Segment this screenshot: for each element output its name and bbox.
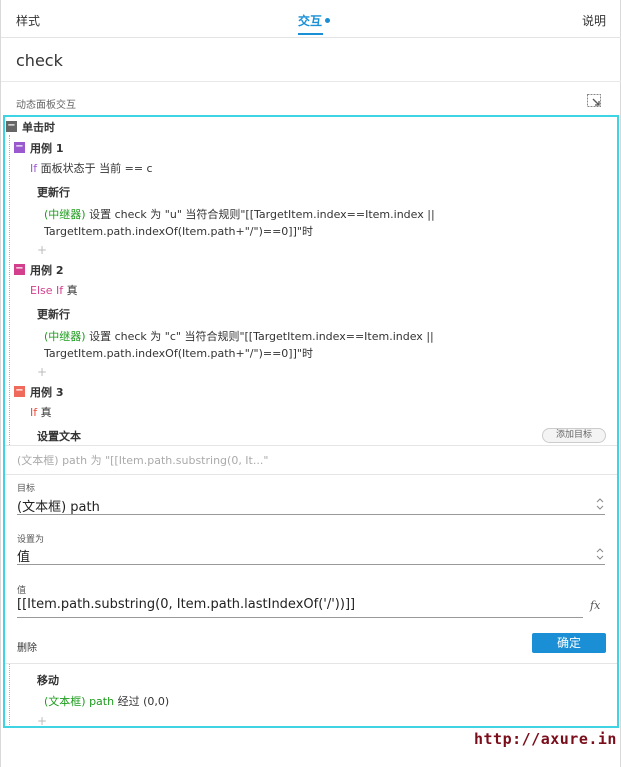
case3-condition-text: 真 xyxy=(40,406,52,419)
case3-add-action-icon[interactable]: + xyxy=(37,714,47,728)
interactions-panel: 样式 交互 说明 check 动态面板交互 − 单击时 − 用例 1 If 面板… xyxy=(0,0,621,767)
case1-action[interactable]: 更新行 xyxy=(37,184,70,200)
case2-collapse-icon[interactable]: − xyxy=(14,264,25,275)
case2-label[interactable]: 用例 2 xyxy=(30,262,63,278)
collapse-all-icon[interactable] xyxy=(587,94,602,108)
case2-target: (中继器) xyxy=(44,330,86,343)
case3-condition[interactable]: If 真 xyxy=(30,404,52,420)
target-select[interactable]: (文本框) path xyxy=(17,495,605,515)
editor-divider xyxy=(5,474,617,475)
tab-style[interactable]: 样式 xyxy=(16,12,40,29)
widget-name[interactable]: check xyxy=(16,51,63,70)
case2-add-action-icon[interactable]: + xyxy=(37,365,47,379)
value-label: 值 xyxy=(17,586,27,596)
case1-target: (中继器) xyxy=(44,208,86,221)
case1-detail-text: 设置 check 为 "u" 当符合规则"[[TargetItem.index=… xyxy=(85,208,435,221)
action-summary: (文本框) path 为 "[[Item.path.substring(0, I… xyxy=(17,454,269,467)
case3-collapse-icon[interactable]: − xyxy=(14,386,25,397)
move-action[interactable]: 移动 xyxy=(37,672,59,688)
move-action-detail[interactable]: (文本框) path 经过 (0,0) xyxy=(44,693,169,709)
active-dot-icon xyxy=(325,18,331,23)
set-to-label: 设置为 xyxy=(17,535,45,545)
select-arrows-icon xyxy=(596,548,604,560)
move-detail-text: 经过 (0,0) xyxy=(114,695,170,708)
case2-if-keyword: Else If xyxy=(30,284,64,297)
case1-add-action-icon[interactable]: + xyxy=(37,243,47,257)
tab-notes[interactable]: 说明 xyxy=(582,12,606,29)
tab-interactions-label: 交互 xyxy=(298,14,323,28)
set-to-select[interactable]: 值 xyxy=(17,545,605,565)
case3-label[interactable]: 用例 3 xyxy=(30,384,63,400)
case1-condition[interactable]: If 面板状态于 当前 == c xyxy=(30,160,153,176)
case1-condition-text: 面板状态于 当前 == c xyxy=(40,162,153,175)
select-arrows-icon xyxy=(596,498,604,510)
case1-if-keyword: If xyxy=(30,162,38,175)
action-editor: (文本框) path 为 "[[Item.path.substring(0, I… xyxy=(5,445,617,664)
case2-condition-text: 真 xyxy=(66,284,78,297)
target-select-value: (文本框) path xyxy=(17,500,100,515)
watermark-url: http://axure.in xyxy=(474,730,617,748)
case2-condition[interactable]: Else If 真 xyxy=(30,282,78,298)
delete-button[interactable]: 删除 xyxy=(17,639,37,654)
active-tab-underline xyxy=(298,33,323,35)
target-label: 目标 xyxy=(17,484,36,494)
fx-icon[interactable]: fx xyxy=(590,599,600,612)
case2-action-detail-line1[interactable]: (中继器) 设置 check 为 "c" 当符合规则"[[TargetItem.… xyxy=(44,328,434,344)
set-to-select-value: 值 xyxy=(17,550,31,565)
case2-detail-text: 设置 check 为 "c" 当符合规则"[[TargetItem.index=… xyxy=(85,330,434,343)
case2-action-detail-line2[interactable]: TargetItem.path.indexOf(Item.path+"/")==… xyxy=(44,345,313,361)
section-label: 动态面板交互 xyxy=(16,100,76,111)
tab-bar: 样式 交互 说明 xyxy=(1,0,621,38)
case1-label[interactable]: 用例 1 xyxy=(30,140,63,156)
ok-button[interactable]: 确定 xyxy=(532,633,606,653)
widget-name-row: check xyxy=(1,38,621,82)
case1-collapse-icon[interactable]: − xyxy=(14,142,25,153)
case3-action[interactable]: 设置文本 xyxy=(37,428,81,444)
value-input[interactable]: [[Item.path.substring(0, Item.path.lastI… xyxy=(17,597,583,618)
case1-action-detail-line2[interactable]: TargetItem.path.indexOf(Item.path+"/")==… xyxy=(44,223,313,239)
move-target: (文本框) path xyxy=(44,695,115,708)
tab-interactions[interactable]: 交互 xyxy=(298,12,331,35)
add-target-button[interactable]: 添加目标 xyxy=(542,428,606,443)
event-name[interactable]: 单击时 xyxy=(22,119,55,135)
event-collapse-icon[interactable]: − xyxy=(6,121,17,132)
case2-action[interactable]: 更新行 xyxy=(37,306,70,322)
case3-if-keyword: If xyxy=(30,406,38,419)
case1-action-detail-line1[interactable]: (中继器) 设置 check 为 "u" 当符合规则"[[TargetItem.… xyxy=(44,206,435,222)
